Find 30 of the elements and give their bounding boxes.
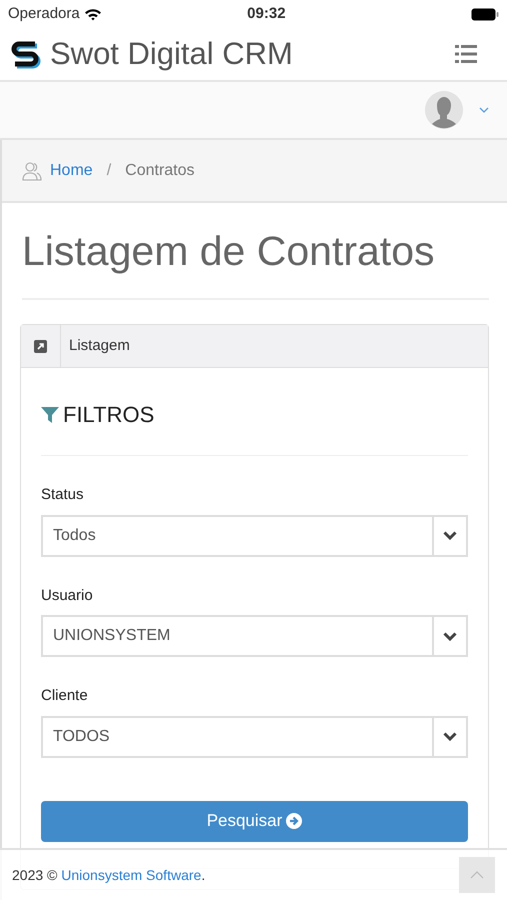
search-button[interactable]: Pesquisar bbox=[41, 800, 468, 842]
select-field[interactable]: Todos bbox=[41, 514, 468, 557]
carrier-text: Operadora bbox=[8, 4, 80, 24]
users-icon bbox=[22, 160, 42, 180]
copyright-text: 2023 © Unionsystem Software. bbox=[12, 866, 206, 885]
chevron-down-icon[interactable] bbox=[479, 107, 489, 113]
company-link[interactable]: Unionsystem Software bbox=[61, 866, 202, 882]
arrow-right-circle-icon bbox=[286, 813, 302, 830]
chevron-down-icon bbox=[443, 732, 457, 742]
field-label: Usuario bbox=[41, 586, 94, 606]
filter-icon bbox=[41, 406, 59, 424]
select-field[interactable]: TODOS bbox=[41, 716, 468, 758]
external-link-icon bbox=[34, 340, 47, 353]
chevron-up-icon bbox=[470, 871, 484, 879]
menu-icon[interactable] bbox=[455, 45, 477, 63]
panel-title: Listagem bbox=[69, 336, 130, 356]
breadcrumb-current: Contratos bbox=[125, 160, 195, 180]
breadcrumb-separator: / bbox=[106, 160, 112, 180]
filters-heading: FILTROS bbox=[63, 401, 154, 430]
chevron-down-icon bbox=[443, 632, 457, 641]
battery-icon bbox=[471, 8, 499, 20]
select-field[interactable]: UNIONSYSTEM bbox=[41, 615, 468, 658]
wifi-icon bbox=[84, 8, 102, 20]
breadcrumb-link[interactable]: Home bbox=[50, 158, 93, 182]
field-label: Status bbox=[41, 485, 85, 506]
brand-name[interactable]: Swot Digital CRM bbox=[50, 30, 293, 78]
clock-text: 09:32 bbox=[247, 4, 286, 24]
chevron-down-icon bbox=[443, 531, 457, 540]
field-label: Cliente bbox=[41, 686, 89, 706]
page-title: Listagem de Contratos bbox=[22, 227, 489, 300]
